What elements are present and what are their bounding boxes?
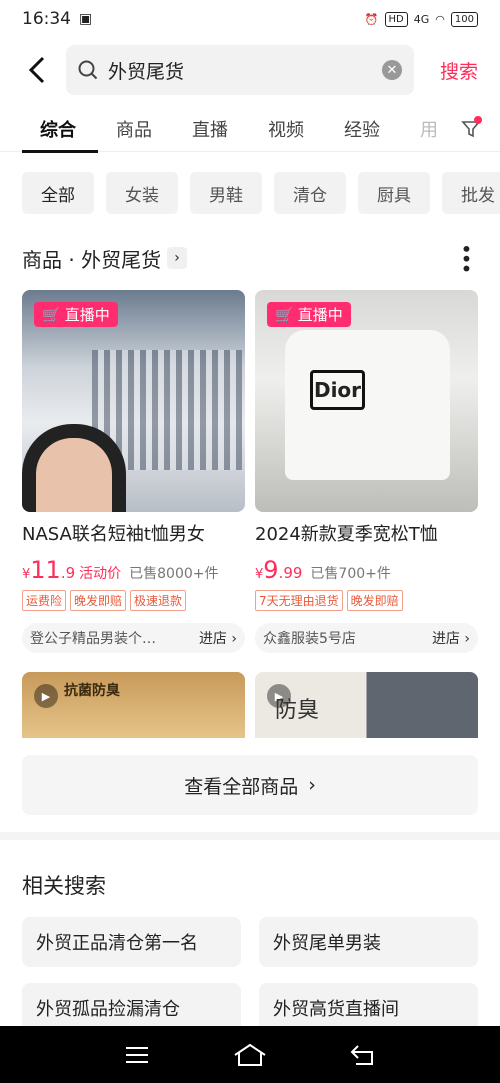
back-button[interactable] (12, 44, 62, 96)
chip-men-shoes[interactable]: 男鞋 (190, 172, 262, 214)
shop-name: 登公子精品男装个… (30, 631, 156, 647)
filter-chips: 全部 女装 男鞋 清仓 厨具 批发 (22, 172, 500, 214)
section-divider (0, 832, 500, 840)
back-nav-button[interactable] (343, 1040, 383, 1070)
live-badge: 🛒 直播中 (267, 302, 351, 327)
related-searches: 外贸正品清仓第一名 外贸尾单男装 外贸孤品捡漏清仓 外贸高货直播间 (22, 917, 478, 1033)
video-caption: 防臭 (275, 698, 320, 723)
product-card[interactable]: 🛒 直播中 NASA联名短袖t恤男女 ¥11.9 活动价 已售8000+件 运费险… (22, 290, 245, 653)
shop-action: 进店 › (198, 631, 237, 647)
price-row: ¥9.99 已售700+件 (255, 556, 478, 584)
search-query: 外贸尾货 (108, 60, 185, 83)
product-title: 2024新款夏季宽松T恤 (255, 524, 438, 545)
section-header[interactable]: 商品 · 外贸尾货 › ••• (22, 240, 478, 276)
chip-all[interactable]: 全部 (22, 172, 94, 214)
service-tags: 7天无理由退货 晚发即赔 (255, 590, 478, 611)
tab-video[interactable]: 视频 (250, 106, 326, 152)
price-row: ¥11.9 活动价 已售8000+件 (22, 556, 245, 584)
search-row: 外贸尾货 ✕ 搜索 (0, 44, 500, 96)
live-badge: 🛒 直播中 (34, 302, 118, 327)
sold-count: 已售8000+件 (129, 566, 219, 582)
product-title: NASA联名短袖t恤男女 (22, 524, 205, 545)
price-dec: .99 (278, 564, 303, 582)
filter-button[interactable] (456, 114, 486, 144)
live-label: 直播中 (64, 306, 110, 324)
status-icons: ⏰ HD 4G ◠ 100 (364, 11, 478, 27)
home-button[interactable] (230, 1040, 270, 1070)
service-tag: 极速退款 (130, 590, 187, 611)
section-title: 商品 · 外贸尾货 (22, 247, 162, 272)
chip-clearance[interactable]: 清仓 (274, 172, 346, 214)
service-tag: 晚发即赔 (346, 590, 403, 611)
menu-button[interactable] (117, 1040, 157, 1070)
back-nav-icon (350, 1044, 374, 1065)
network-label: 4G (413, 12, 430, 26)
service-tag: 运费险 (22, 590, 67, 611)
live-label: 直播中 (297, 306, 343, 324)
price-dec: .9 (60, 564, 76, 582)
related-search-item[interactable]: 外贸尾单男装 (259, 917, 478, 967)
view-all-label: 查看全部商品 (184, 775, 299, 798)
price: ¥11.9 (22, 556, 75, 584)
chip-women[interactable]: 女装 (106, 172, 178, 214)
shop-link[interactable]: 众鑫服装5号店 进店 › (255, 623, 478, 653)
wifi-icon: ◠ (435, 12, 445, 26)
sold-count: 已售700+件 (310, 566, 391, 582)
play-icon: ▶ (34, 684, 58, 708)
chevron-right-icon: › (308, 774, 316, 796)
product-image[interactable]: Dior 🛒 直播中 (255, 290, 478, 512)
shop-action: 进店 › (431, 631, 470, 647)
tab-experience[interactable]: 经验 (326, 106, 402, 152)
search-icon (78, 60, 98, 80)
price-int: 11 (30, 556, 61, 584)
alarm-icon: ⏰ (364, 12, 379, 26)
price-note: 活动价 (79, 566, 122, 582)
product-grid-row-2: ▶ 抗菌防臭 ▶ 防臭 (22, 672, 478, 738)
tab-products[interactable]: 商品 (98, 106, 174, 152)
shirt-logo: Dior (310, 370, 365, 410)
related-search-item[interactable]: 外贸正品清仓第一名 (22, 917, 241, 967)
filter-dot (474, 116, 482, 124)
search-button[interactable]: 搜索 (440, 57, 478, 84)
search-input[interactable]: 外贸尾货 ✕ (66, 45, 414, 95)
battery-icon: 100 (450, 11, 478, 27)
product-image[interactable]: 🛒 直播中 (22, 290, 245, 512)
back-arrow-icon (29, 56, 45, 84)
price-int: 9 (263, 556, 279, 584)
tab-users[interactable]: 用 (402, 106, 442, 152)
tab-live[interactable]: 直播 (174, 106, 250, 152)
cart-icon: 🛒 (275, 305, 294, 324)
notification-icon: ▣ (79, 11, 93, 27)
system-nav-bar (0, 1026, 500, 1083)
tab-bar: 综合 商品 直播 视频 经验 用 (0, 106, 500, 153)
host-hair (22, 424, 126, 512)
status-time: 16:34 (22, 9, 71, 29)
shop-link[interactable]: 登公子精品男装个… 进店 › (22, 623, 245, 653)
menu-icon (125, 1046, 148, 1063)
view-all-products-button[interactable]: 查看全部商品 › (22, 755, 478, 815)
tab-all[interactable]: 综合 (22, 106, 98, 153)
clear-icon[interactable]: ✕ (382, 60, 402, 80)
video-card[interactable]: ▶ 抗菌防臭 (22, 672, 245, 738)
cart-icon: 🛒 (42, 305, 61, 324)
video-card[interactable]: ▶ 防臭 (255, 672, 478, 738)
more-icon[interactable]: ••• (454, 243, 478, 272)
service-tag: 晚发即赔 (70, 590, 127, 611)
chip-wholesale[interactable]: 批发 (442, 172, 500, 214)
video-caption: 抗菌防臭 (64, 683, 120, 699)
price: ¥9.99 (255, 556, 302, 584)
shop-name: 众鑫服装5号店 (263, 631, 356, 647)
product-card[interactable]: Dior 🛒 直播中 2024新款夏季宽松T恤 ¥9.99 已售700+件 7天无… (255, 290, 478, 653)
service-tag: 7天无理由退货 (255, 590, 343, 611)
chip-kitchen[interactable]: 厨具 (358, 172, 430, 214)
status-bar: 16:34 ▣ ⏰ HD 4G ◠ 100 (0, 0, 500, 38)
home-icon (234, 1043, 266, 1066)
related-title: 相关搜索 (22, 874, 106, 898)
service-tags: 运费险 晚发即赔 极速退款 (22, 590, 245, 611)
product-grid: 🛒 直播中 NASA联名短袖t恤男女 ¥11.9 活动价 已售8000+件 运费险… (22, 290, 478, 653)
hd-icon: HD (384, 11, 408, 27)
chevron-right-icon: › (167, 247, 188, 269)
